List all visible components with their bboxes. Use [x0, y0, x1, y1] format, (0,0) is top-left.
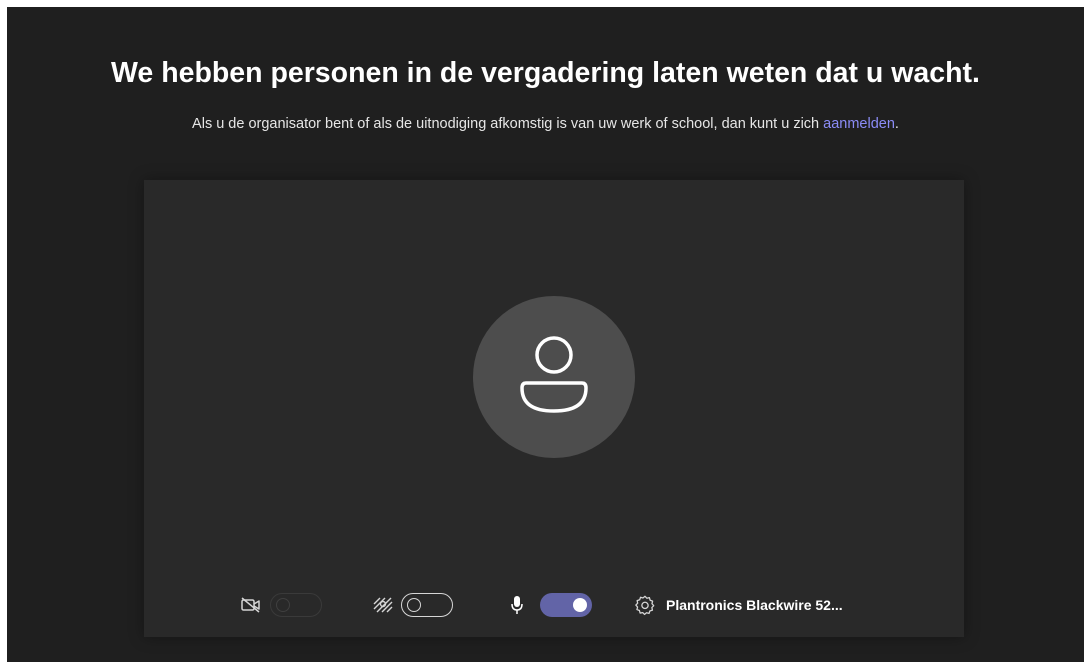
microphone-toggle[interactable] [540, 593, 592, 617]
device-settings-button[interactable]: Plantronics Blackwire 52... [634, 588, 843, 622]
signin-hint-period: . [894, 116, 899, 132]
page-title: We hebben personen in de vergadering lat… [111, 57, 980, 89]
camera-control [240, 588, 322, 622]
background-effects-toggle[interactable] [401, 593, 453, 617]
avatar [473, 296, 635, 458]
microphone-control [510, 588, 592, 622]
video-preview: Plantronics Blackwire 52... [144, 180, 964, 637]
signin-hint: Als u de organisator bent of als de uitn… [7, 116, 1084, 132]
background-blur-icon[interactable] [372, 596, 394, 614]
background-effects-control [372, 588, 453, 622]
microphone-icon [511, 596, 523, 614]
microphone-toggle-knob [573, 598, 587, 612]
person-icon [520, 336, 588, 413]
gear-icon [635, 595, 655, 616]
signin-link[interactable]: aanmelden [823, 116, 895, 132]
background-toggle-knob [407, 598, 421, 612]
prejoin-window: We hebben personen in de vergadering lat… [7, 7, 1084, 662]
camera-toggle[interactable] [270, 593, 322, 617]
audio-device-label: Plantronics Blackwire 52... [666, 597, 843, 613]
camera-toggle-knob [276, 598, 290, 612]
camera-off-icon [241, 597, 260, 613]
device-controls: Plantronics Blackwire 52... [144, 588, 964, 622]
signin-hint-text: Als u de organisator bent of als de uitn… [192, 116, 820, 132]
